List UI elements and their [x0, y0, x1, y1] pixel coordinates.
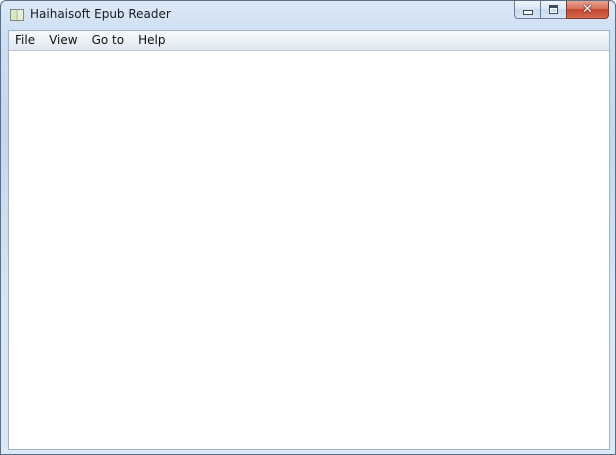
close-icon: ✕ — [582, 2, 593, 17]
maximize-button[interactable] — [540, 1, 566, 19]
window-title: Haihaisoft Epub Reader — [30, 7, 171, 21]
menu-view[interactable]: View — [42, 31, 84, 50]
maximize-icon — [549, 5, 558, 14]
client-area: File View Go to Help — [8, 30, 610, 450]
caption-buttons: ✕ — [514, 1, 609, 20]
close-button[interactable]: ✕ — [566, 1, 609, 19]
menu-file[interactable]: File — [9, 31, 42, 50]
book-icon[interactable] — [10, 9, 24, 21]
minimize-icon — [522, 10, 533, 15]
title-bar[interactable]: Haihaisoft Epub Reader ✕ — [1, 1, 615, 30]
minimize-button[interactable] — [514, 1, 540, 19]
app-window: Haihaisoft Epub Reader ✕ File View Go to… — [0, 0, 616, 455]
menu-help[interactable]: Help — [131, 31, 172, 50]
menu-go-to[interactable]: Go to — [85, 31, 132, 50]
reader-content-area[interactable] — [9, 51, 609, 449]
menu-bar: File View Go to Help — [9, 31, 609, 51]
